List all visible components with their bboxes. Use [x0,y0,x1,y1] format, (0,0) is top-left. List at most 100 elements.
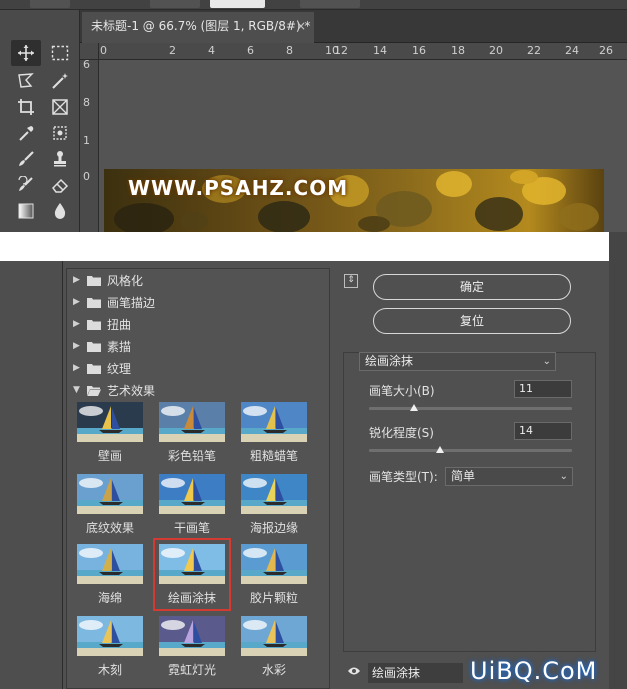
brush-size-slider[interactable] [369,407,572,410]
brush-size-slider-thumb[interactable] [409,404,418,411]
filter-thumbnail[interactable]: 霓虹灯光 [157,616,227,678]
filter-preview-pane[interactable] [0,261,63,689]
marquee-tool-icon[interactable] [45,40,75,66]
folder-texture[interactable]: ▶ 纹理 [73,358,131,378]
expand-arrow-icon[interactable]: ▶ [73,275,85,285]
gradient-tool-icon[interactable] [11,198,41,224]
filter-thumbnail-image [77,544,143,584]
filter-thumbnail[interactable]: 木刻 [75,616,145,678]
dialog-top-band [0,232,609,261]
blur-tool-icon[interactable] [45,198,75,224]
ruler-label: 8 [83,96,90,109]
ruler-label: 20 [489,44,503,57]
filter-select-value: 绘画涂抹 [365,354,414,368]
photoshop-window: 未标题-1 @ 66.7% (图层 1, RGB/8#) * × 0 2 4 6… [0,0,627,689]
document-tab[interactable]: 未标题-1 @ 66.7% (图层 1, RGB/8#) * × [82,12,314,43]
watermark: UiBQ.CoM [470,657,598,685]
crop-tool-icon[interactable] [11,94,41,120]
brush-size-label: 画笔大小(B) [369,384,435,398]
filter-thumbnail[interactable]: 绘画涂抹 [153,538,231,611]
expand-arrow-icon[interactable]: ▶ [73,363,85,373]
filter-gallery-scroll[interactable]: ▶ 风格化 ▶ 画笔描边 ▶ 扭曲 ▶ 素描 ▶ 纹理 ▼ 艺术效果 壁画 彩色… [66,268,330,689]
eyedropper-tool-icon[interactable] [11,120,41,146]
folder-icon [87,341,101,352]
lasso-tool-icon[interactable] [11,68,41,94]
healing-brush-tool-icon[interactable] [45,120,75,146]
close-tab-icon[interactable]: × [296,12,306,41]
vertical-ruler: 6 8 1 0 [80,58,99,232]
sharpness-slider-thumb[interactable] [436,446,445,453]
filter-thumbnail[interactable]: 干画笔 [157,474,227,536]
expand-arrow-icon[interactable]: ▶ [73,297,85,307]
clone-stamp-tool-icon[interactable] [45,146,75,172]
expand-arrow-icon[interactable]: ▶ [73,341,85,351]
filter-thumbnail-image [77,402,143,442]
filter-thumbnail-label: 干画笔 [173,521,210,535]
expand-arrow-icon[interactable]: ▶ [73,319,85,329]
selection-highlight [153,538,231,611]
filter-thumbnail[interactable]: 粗糙蜡笔 [239,402,309,464]
visibility-eye-icon[interactable] [347,666,361,676]
ruler-label: 4 [208,44,215,57]
folder-sketch[interactable]: ▶ 素描 [73,336,131,356]
folder-artistic[interactable]: ▼ 艺术效果 [73,380,155,400]
filter-thumbnail[interactable]: 胶片颗粒 [239,544,309,606]
ruler-label: 18 [451,44,465,57]
filter-thumbnail[interactable]: 海绵 [75,544,145,606]
options-bar-item[interactable] [300,0,360,8]
frame-tool-icon[interactable] [45,94,75,120]
collapse-gallery-icon[interactable]: ⇕ [344,274,358,288]
filter-thumbnail[interactable]: 水彩 [239,616,309,678]
options-bar-item[interactable] [30,0,70,8]
tools-panel [0,10,80,232]
dialog-right-edge [609,232,627,689]
filter-select[interactable]: 绘画涂抹 ⌄ [359,352,556,371]
history-brush-tool-icon[interactable] [11,172,41,198]
filter-options-box: 绘画涂抹 ⌄ 画笔大小(B) 11 锐化程度(S) 14 画笔类型(T): 简单… [343,352,596,652]
eraser-tool-icon[interactable] [45,172,75,198]
filter-thumbnail[interactable]: 海报边缘 [239,474,309,536]
ruler-label: 8 [286,44,293,57]
filter-thumbnail[interactable]: 底纹效果 [75,474,145,536]
brush-tool-icon[interactable] [11,146,41,172]
filter-thumbnail-image [159,402,225,442]
folder-stylize[interactable]: ▶ 风格化 [73,270,143,290]
brush-type-value: 简单 [451,469,476,483]
ruler-label: 24 [565,44,579,57]
reset-button[interactable]: 复位 [373,308,571,334]
filter-thumbnail-label: 底纹效果 [85,521,134,535]
folder-label: 风格化 [107,273,144,288]
options-bar-item[interactable] [150,0,200,8]
filter-thumbnail-image [159,616,225,656]
ruler-label: 0 [100,44,107,57]
filter-thumbnail-label: 霓虹灯光 [167,663,216,677]
filter-thumbnail[interactable]: 彩色铅笔 [157,402,227,464]
collapse-arrow-icon[interactable]: ▼ [73,385,85,395]
folder-icon [87,363,101,374]
move-tool-icon[interactable] [11,40,41,66]
effect-layer-name: 绘画涂抹 [368,663,463,683]
brush-type-label: 画笔类型(T): [369,470,438,484]
folder-label: 画笔描边 [107,295,156,310]
filter-thumbnail[interactable]: 壁画 [75,402,145,464]
filter-thumbnail-label: 壁画 [97,449,122,463]
filter-thumbnail-image [241,402,307,442]
sharpness-slider[interactable] [369,449,572,452]
filter-thumbnail-label: 彩色铅笔 [167,449,216,463]
canvas-image-text: WWW.PSAHZ.COM [128,176,349,200]
filter-thumbnail-image [241,544,307,584]
magic-wand-tool-icon[interactable] [45,68,75,94]
brush-type-select[interactable]: 简单 ⌄ [445,467,573,486]
filter-thumbnail-label: 水彩 [261,663,286,677]
options-bar-item[interactable] [210,0,265,8]
horizontal-ruler: 0 2 4 6 8 10 12 14 16 18 20 22 24 26 [99,43,627,60]
sharpness-input[interactable]: 14 [514,422,572,440]
ok-button[interactable]: 确定 [373,274,571,300]
filter-thumbnail-label: 粗糙蜡笔 [249,449,298,463]
folder-distort[interactable]: ▶ 扭曲 [73,314,131,334]
folder-label: 扭曲 [107,317,132,332]
ruler-label: 6 [83,58,90,71]
ruler-label: 2 [169,44,176,57]
folder-brush-strokes[interactable]: ▶ 画笔描边 [73,292,155,312]
brush-size-input[interactable]: 11 [514,380,572,398]
